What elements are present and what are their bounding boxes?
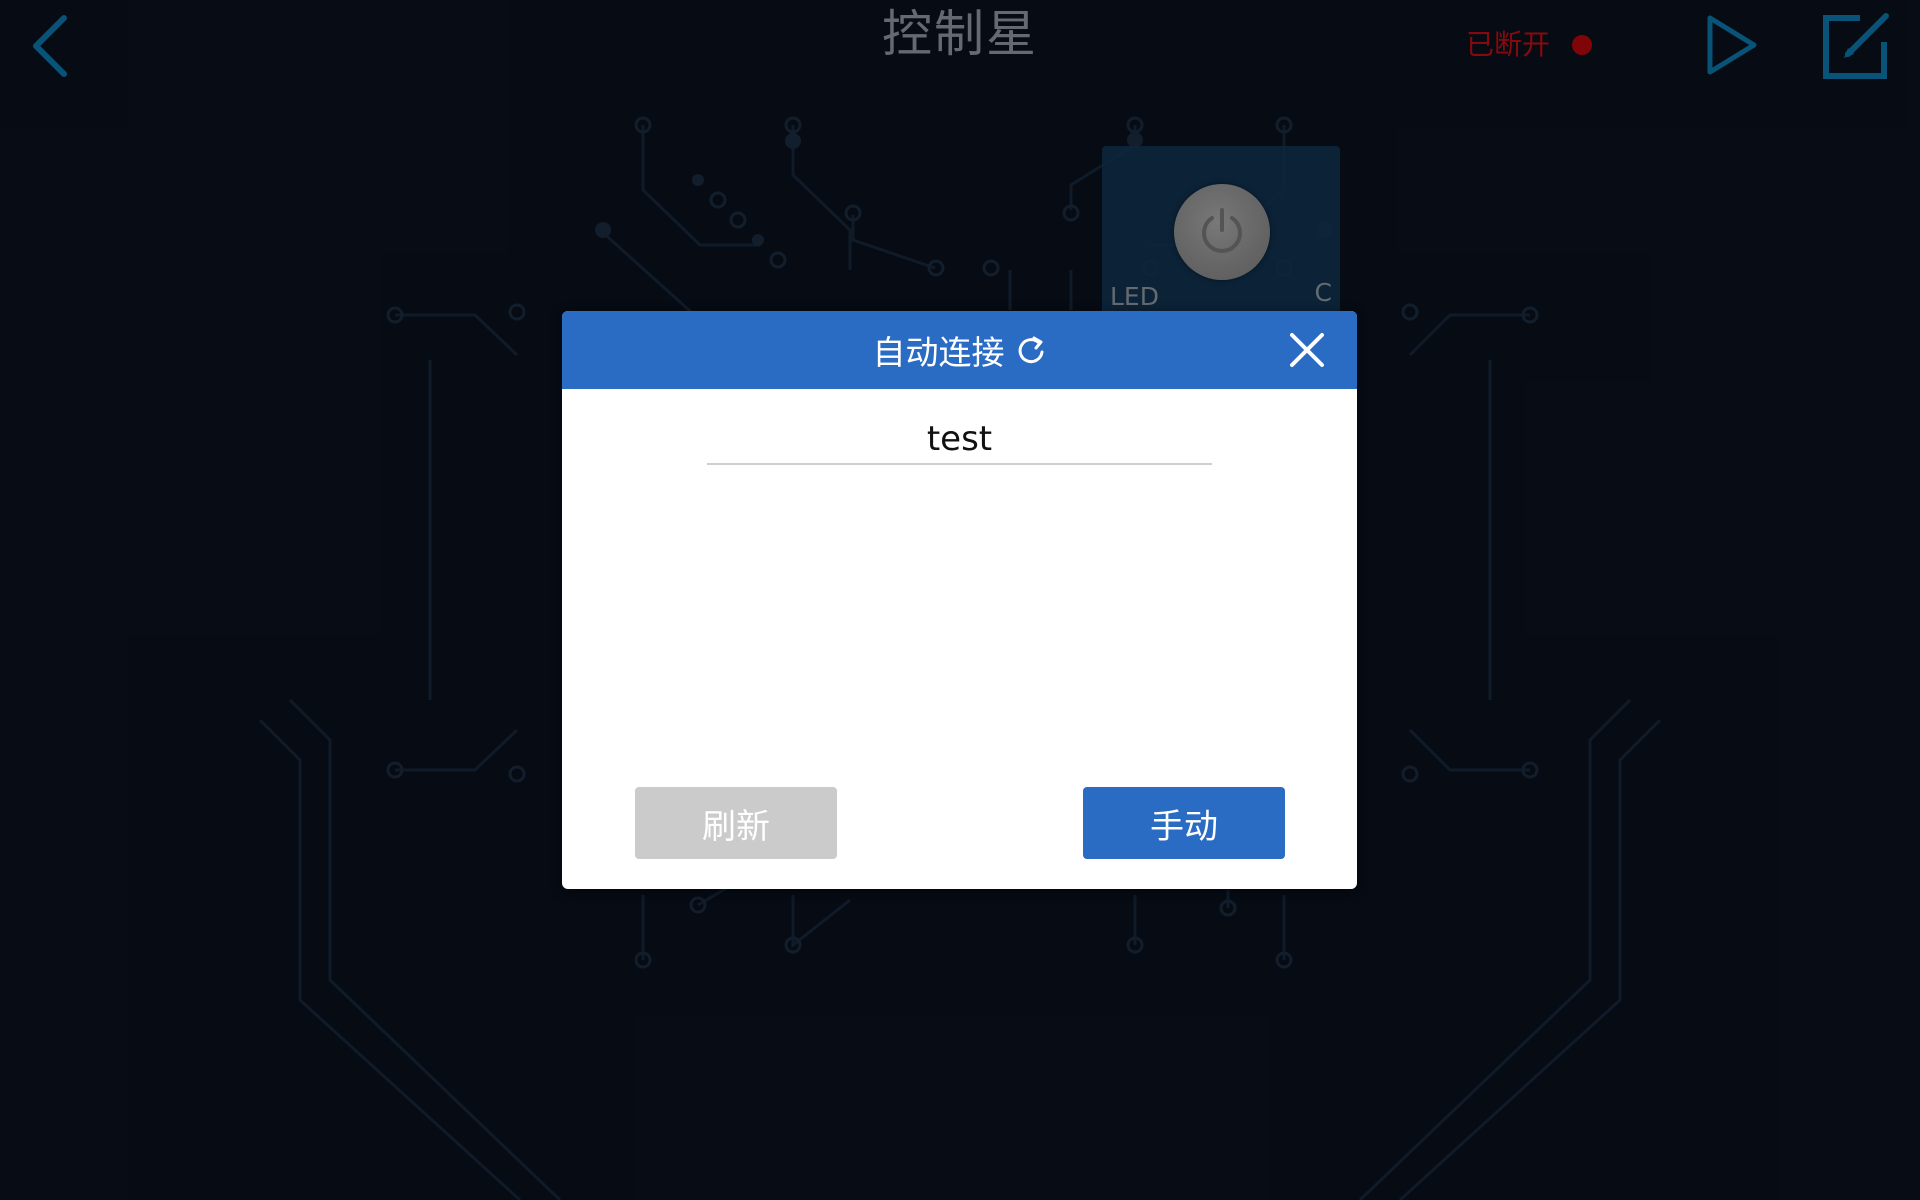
dialog-title-text: 自动连接 bbox=[872, 333, 1005, 372]
refresh-button[interactable]: 刷新 bbox=[635, 787, 837, 859]
manual-button[interactable]: 手动 bbox=[1083, 787, 1285, 859]
close-icon bbox=[1290, 333, 1324, 367]
dialog-title: 自动连接 bbox=[562, 311, 1357, 389]
app-screen: 控制星 已断开 LED C 自动连接 test 刷新 手动 bbox=[0, 0, 1920, 1200]
refresh-icon bbox=[1018, 336, 1043, 364]
device-name-field[interactable] bbox=[707, 415, 1212, 465]
auto-connect-dialog: 自动连接 刷新 手动 bbox=[562, 311, 1357, 889]
dialog-header: 自动连接 bbox=[562, 311, 1357, 389]
close-button[interactable] bbox=[1287, 330, 1327, 370]
